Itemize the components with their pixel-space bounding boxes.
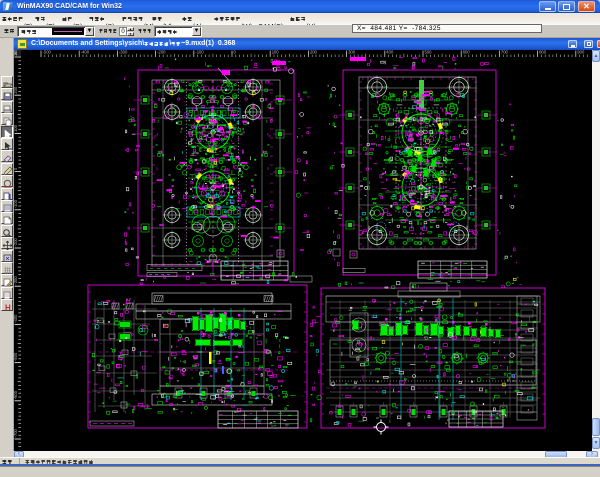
- svg-text:300: 300: [348, 50, 356, 55]
- svg-text:700: 700: [501, 50, 509, 55]
- svg-text:-100: -100: [195, 50, 204, 55]
- svg-text:600: 600: [463, 50, 471, 55]
- svg-text:400: 400: [386, 50, 394, 55]
- svg-text:100: 100: [272, 50, 280, 55]
- svg-text:0: 0: [234, 50, 237, 55]
- svg-text:500: 500: [425, 50, 433, 55]
- svg-text:H: H: [5, 304, 11, 313]
- svg-text:-500: -500: [43, 50, 52, 55]
- svg-text:-400: -400: [81, 50, 90, 55]
- svg-text:-300: -300: [119, 50, 128, 55]
- svg-text:200: 200: [310, 50, 318, 55]
- svg-text:800: 800: [539, 50, 547, 55]
- svg-text:900: 900: [577, 50, 585, 55]
- svg-text:-200: -200: [157, 50, 166, 55]
